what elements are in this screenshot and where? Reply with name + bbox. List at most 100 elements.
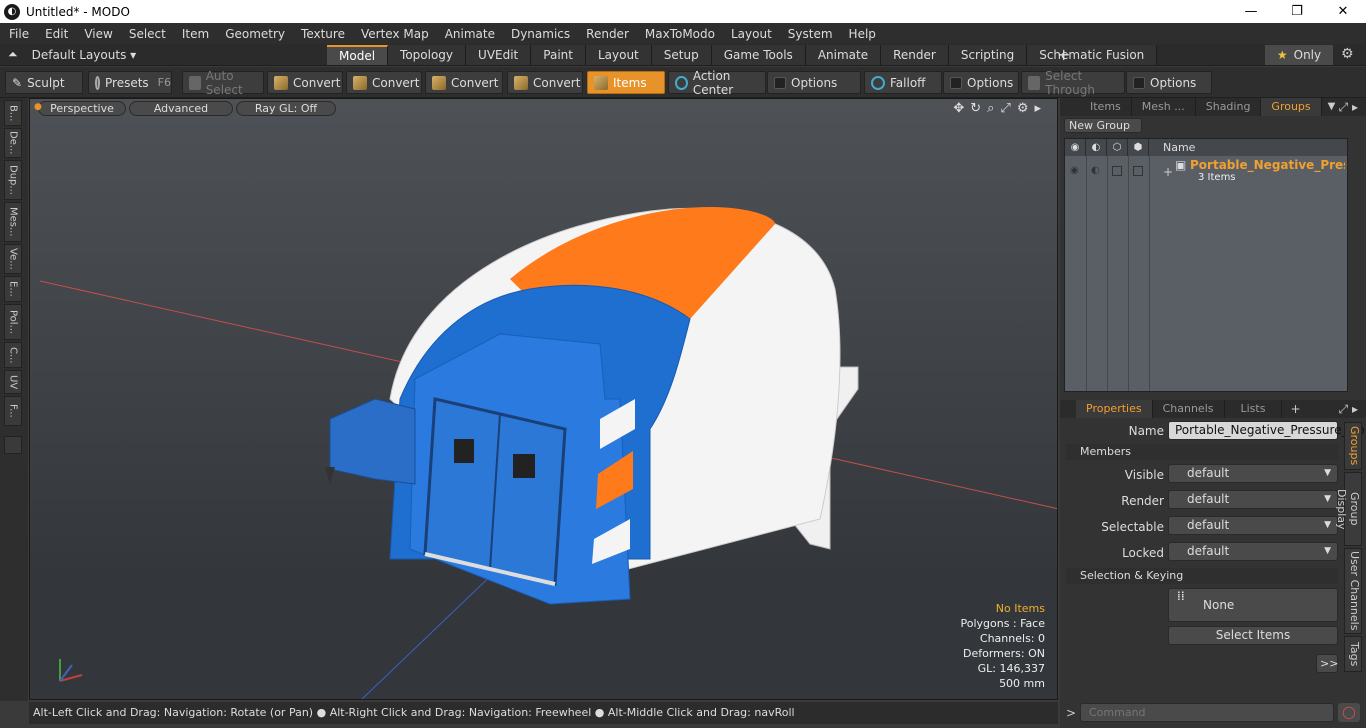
more-button[interactable]: >>	[1316, 654, 1338, 673]
side-tab-tags[interactable]: Tags	[1344, 636, 1362, 672]
lock-cube-icon[interactable]: ⬡	[1107, 139, 1128, 156]
menu-maxtomodo[interactable]: MaxToModo	[636, 27, 722, 41]
side-tab-user-channels[interactable]: User Channels	[1344, 548, 1362, 634]
tab-topology[interactable]: Topology	[388, 45, 467, 65]
render-icon[interactable]: ◐	[1086, 139, 1107, 156]
tab-mesh[interactable]: Mesh ...	[1132, 98, 1196, 116]
options-button-3[interactable]: Options	[1126, 71, 1212, 94]
perspective-button[interactable]: Perspective	[38, 101, 126, 116]
left-tab-dup[interactable]: Dup...	[4, 160, 22, 200]
tab-model[interactable]: Model	[327, 45, 389, 65]
left-tab-b[interactable]: B...	[4, 100, 22, 126]
maximize-button[interactable]: ❐	[1274, 0, 1320, 23]
raygl-button[interactable]: Ray GL: Off	[236, 101, 336, 116]
tab-setup[interactable]: Setup	[651, 45, 712, 65]
name-column-header[interactable]: Name	[1149, 141, 1195, 154]
zoom-icon[interactable]: ⌕	[987, 101, 994, 116]
tab-animate[interactable]: Animate	[805, 45, 882, 65]
viewport-menu-icon[interactable]: ●	[34, 102, 42, 112]
left-tab-ve[interactable]: Ve...	[4, 244, 22, 274]
row-eye-icon[interactable]: ◉	[1070, 165, 1079, 176]
menu-view[interactable]: View	[75, 27, 119, 41]
minimize-button[interactable]: —	[1228, 0, 1274, 23]
panel-expand-icon-2[interactable]: ⤢ ▸	[1339, 400, 1358, 418]
left-tab-mes[interactable]: Mes...	[4, 202, 22, 242]
tab-schematic-fusion[interactable]: Schematic Fusion	[1027, 45, 1158, 65]
add-layout-icon[interactable]: +	[1057, 45, 1070, 64]
tab-paint[interactable]: Paint	[531, 45, 586, 65]
tab-scripting[interactable]: Scripting	[948, 45, 1028, 65]
left-tab-pol[interactable]: Pol...	[4, 304, 22, 340]
left-tab-uv[interactable]: UV	[4, 370, 22, 394]
3d-viewport[interactable]: Perspective Advanced Ray GL: Off ● ✥ ↻ ⌕…	[29, 98, 1058, 700]
left-tab-f[interactable]: F...	[4, 396, 22, 426]
tab-properties[interactable]: Properties	[1076, 400, 1153, 418]
tab-shading[interactable]: Shading	[1196, 98, 1262, 116]
select-cube-icon[interactable]: ⬢	[1128, 139, 1149, 156]
row-lock-checkbox[interactable]	[1112, 166, 1122, 176]
new-group-button[interactable]: New Group	[1064, 118, 1142, 133]
name-field[interactable]: Portable_Negative_Pressure_Iso	[1168, 421, 1365, 440]
menu-render[interactable]: Render	[577, 27, 636, 41]
menu-select[interactable]: Select	[120, 27, 173, 41]
left-tab-de[interactable]: De...	[4, 128, 22, 158]
members-section[interactable]: Members	[1066, 444, 1338, 460]
falloff-button[interactable]: Falloff	[864, 71, 942, 94]
side-tab-group-display[interactable]: Group Display	[1335, 472, 1362, 546]
gear-icon[interactable]: ⚙	[1341, 46, 1354, 62]
tab-channels[interactable]: Channels	[1153, 400, 1225, 418]
panel-expand-icon[interactable]: ⤢ ▸	[1339, 98, 1358, 116]
rotate-icon[interactable]: ↻	[970, 101, 981, 116]
menu-geometry[interactable]: Geometry	[216, 27, 292, 41]
menu-animate[interactable]: Animate	[436, 27, 502, 41]
selection-keying-section[interactable]: Selection & Keying	[1066, 568, 1338, 584]
menu-help[interactable]: Help	[840, 27, 883, 41]
tab-render[interactable]: Render	[881, 45, 949, 65]
selectable-dropdown[interactable]: default ▼	[1168, 516, 1338, 535]
select-items-button[interactable]: Select Items	[1168, 626, 1338, 645]
advanced-button[interactable]: Advanced	[129, 101, 233, 116]
left-tab-e[interactable]: E...	[4, 276, 22, 302]
convert-button-1[interactable]: Convert	[267, 71, 343, 94]
visible-dropdown[interactable]: default ▼	[1168, 464, 1338, 483]
tab-layout[interactable]: Layout	[585, 45, 652, 65]
menu-item[interactable]: Item	[173, 27, 216, 41]
tab-lists[interactable]: Lists	[1225, 400, 1283, 418]
row-select-checkbox[interactable]	[1133, 166, 1143, 176]
visibility-eye-icon[interactable]: ◉	[1065, 139, 1086, 156]
tab-groups[interactable]: Groups	[1261, 98, 1322, 116]
expand-plus-icon[interactable]: +	[1163, 165, 1173, 179]
tab-items[interactable]: Items	[1060, 98, 1132, 116]
auto-select-button[interactable]: Auto Select	[182, 69, 264, 97]
viewport-gear-icon[interactable]: ⚙	[1017, 101, 1029, 116]
record-icon[interactable]: ◯	[1338, 703, 1360, 722]
command-input[interactable]	[1080, 703, 1334, 722]
items-button[interactable]: Items	[587, 71, 665, 94]
convert-button-2[interactable]: Convert	[346, 71, 422, 94]
row-render-icon[interactable]: ◐	[1091, 165, 1100, 176]
fit-icon[interactable]: ⤢	[1000, 101, 1010, 116]
menu-system[interactable]: System	[779, 27, 840, 41]
options-button-1[interactable]: Options	[767, 71, 861, 94]
menu-file[interactable]: File	[0, 27, 36, 41]
move-icon[interactable]: ✥	[953, 101, 964, 116]
none-button[interactable]: ⁞⁞ None	[1168, 588, 1338, 622]
options-button-2[interactable]: Options	[943, 71, 1019, 94]
convert-button-3[interactable]: Convert	[425, 71, 503, 94]
layout-expand-icon[interactable]: ⏶	[8, 47, 18, 62]
tabs-dropdown-icon[interactable]: ▼	[1328, 98, 1336, 116]
side-tab-groups[interactable]: Groups	[1344, 422, 1362, 470]
layout-selector[interactable]: Default Layouts ▾	[32, 48, 137, 62]
viewport-more-icon[interactable]: ▸	[1034, 101, 1041, 116]
group-row[interactable]: ◉ ◐ + ▣ Portable_Negative_Press... 3 Ite…	[1065, 157, 1347, 189]
menu-edit[interactable]: Edit	[36, 27, 75, 41]
tab-game-tools[interactable]: Game Tools	[711, 45, 806, 65]
add-tab-icon[interactable]: +	[1290, 400, 1300, 418]
render-dropdown[interactable]: default ▼	[1168, 490, 1338, 509]
action-center-button[interactable]: Action Center	[668, 69, 766, 97]
select-through-button[interactable]: Select Through	[1021, 69, 1125, 97]
tab-uvedit[interactable]: UVEdit	[466, 45, 532, 65]
sculpt-button[interactable]: ✎ Sculpt	[5, 71, 83, 94]
menu-layout[interactable]: Layout	[722, 27, 779, 41]
convert-button-4[interactable]: Convert	[507, 71, 583, 94]
